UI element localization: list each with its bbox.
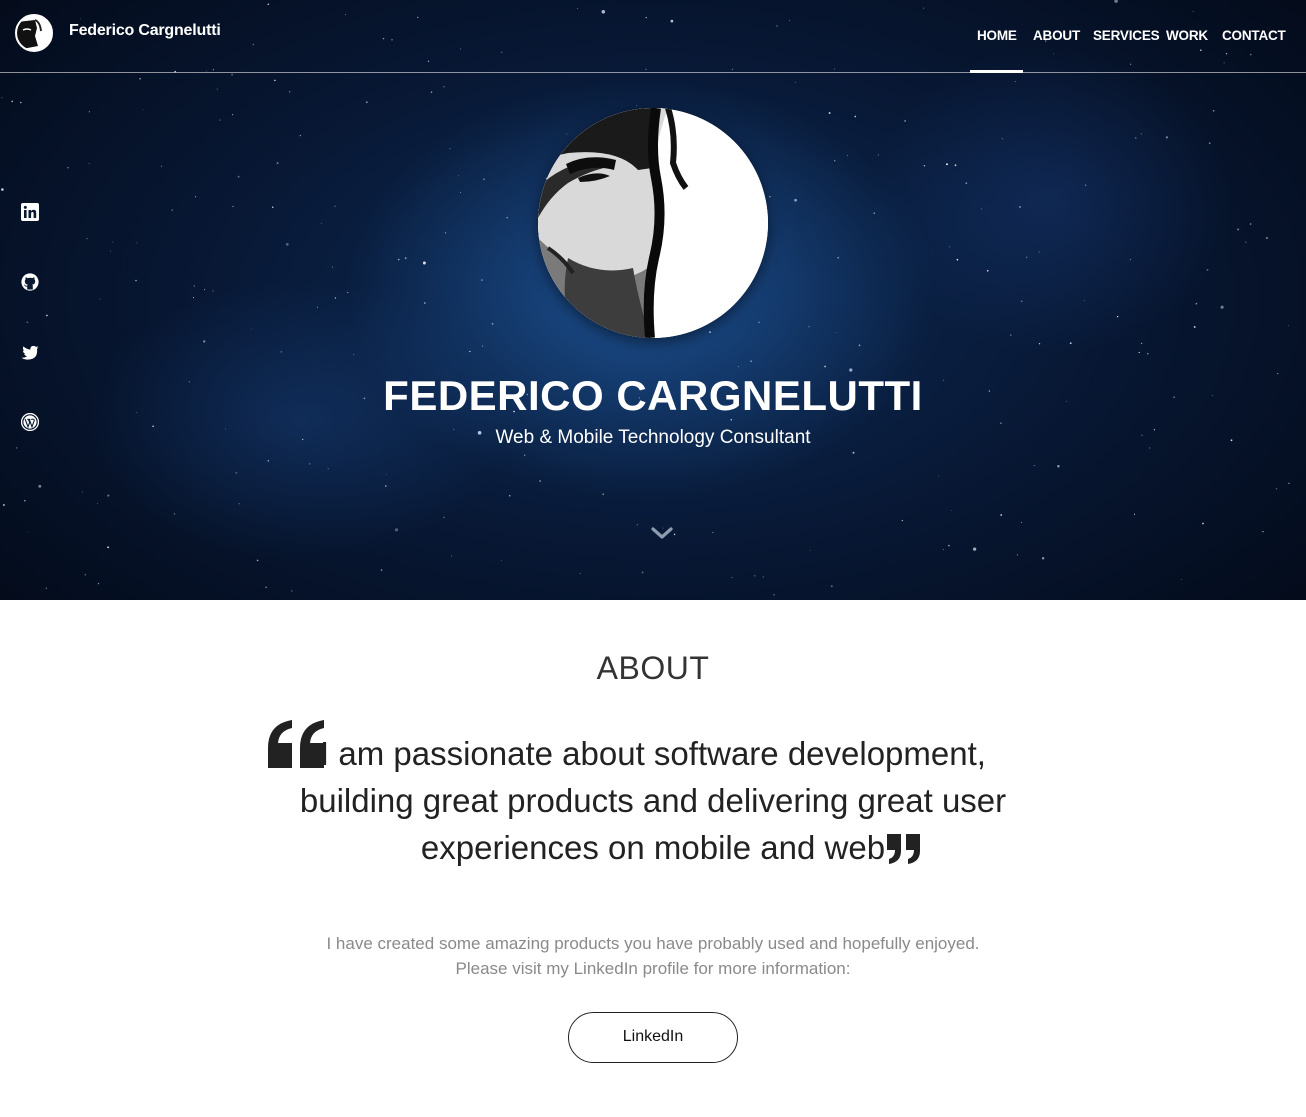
hero-subtitle: Web & Mobile Technology Consultant (495, 427, 811, 448)
brand-name[interactable]: Federico Cargnelutti (69, 22, 221, 40)
nav-active-indicator (970, 70, 1023, 73)
quote-line-3: experiences on mobile and web (420, 829, 886, 866)
twitter-icon[interactable] (21, 344, 39, 362)
nav-contact[interactable]: CONTACT (1222, 28, 1286, 43)
github-icon[interactable] (21, 273, 39, 291)
about-description-line-1: I have created some amazing products you… (326, 934, 980, 953)
quote-line-2: building great products and delivering g… (299, 782, 1007, 819)
linkedin-button[interactable]: LinkedIn (568, 1012, 738, 1063)
profile-portrait (538, 108, 768, 338)
nav-about[interactable]: ABOUT (1033, 28, 1080, 43)
brand-avatar[interactable] (15, 14, 53, 52)
about-heading: ABOUT (596, 650, 710, 686)
linkedin-icon[interactable] (21, 203, 39, 221)
quote-line-1: I am passionate about software developme… (320, 735, 986, 772)
nav-work[interactable]: WORK (1166, 28, 1208, 43)
about-description-line-2: Please visit my LinkedIn profile for mor… (455, 959, 851, 978)
nav-home[interactable]: HOME (977, 28, 1017, 43)
quote-close-icon (887, 834, 920, 864)
hero-title: FEDERICO CARGNELUTTI (383, 372, 923, 419)
top-navbar: Federico Cargnelutti HOME ABOUT SERVICES… (0, 0, 1306, 73)
nav-services[interactable]: SERVICES (1093, 28, 1160, 43)
hero-section: Federico Cargnelutti HOME ABOUT SERVICES… (0, 0, 1306, 600)
chevron-down-icon[interactable] (651, 527, 673, 541)
